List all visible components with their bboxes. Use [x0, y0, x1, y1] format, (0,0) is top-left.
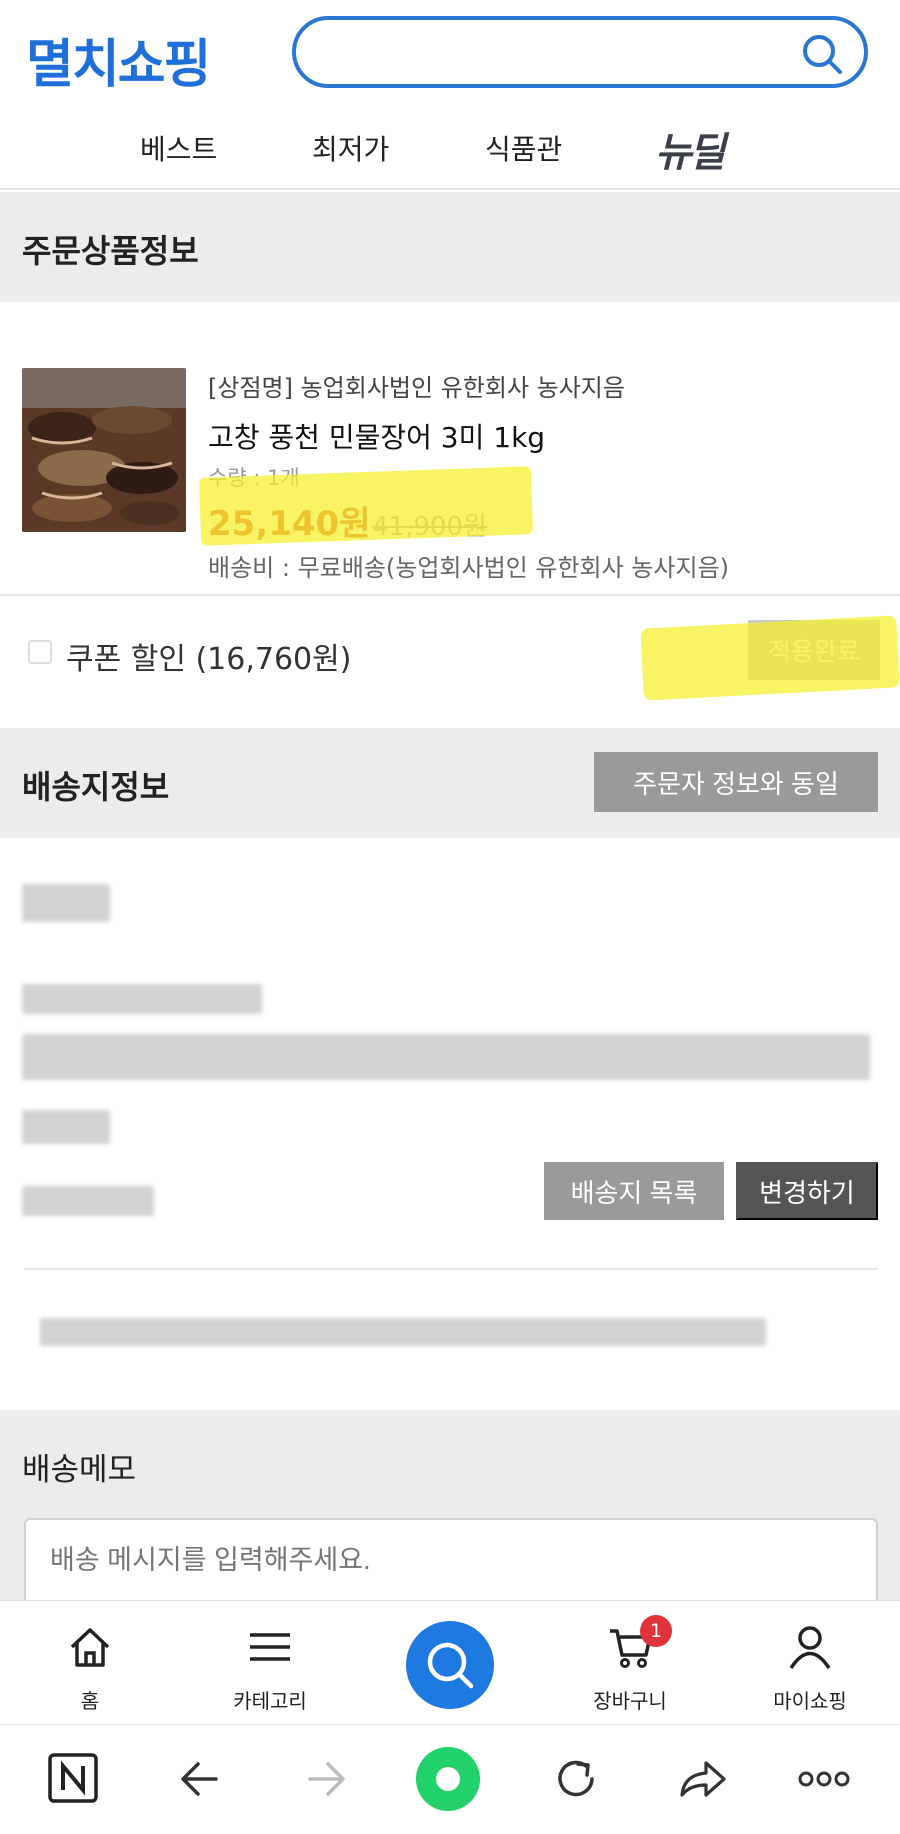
browser-toolbar — [0, 1724, 900, 1834]
address-list-button[interactable]: 배송지 목록 — [544, 1162, 724, 1220]
order-section-title: 주문상품정보 — [22, 232, 199, 270]
change-address-button[interactable]: 변경하기 — [736, 1162, 878, 1220]
search-icon[interactable] — [800, 32, 844, 76]
redacted-address-detail — [22, 1110, 110, 1144]
tab-category-label: 카테고리 — [233, 1689, 307, 1713]
tab-myshopping[interactable]: 마이쇼핑 — [750, 1601, 870, 1725]
main-nav: 베스트 최저가 식품관 뉴딜 — [0, 120, 900, 180]
search-bar[interactable] — [292, 16, 868, 88]
bottom-tab-bar: 홈 카테고리 장바구니 1 마이쇼핑 — [0, 1600, 900, 1724]
refresh-icon[interactable] — [548, 1751, 604, 1807]
coupon-apply-button[interactable]: 적용완료 — [748, 620, 880, 680]
nav-best[interactable]: 베스트 — [140, 128, 217, 168]
more-options-icon[interactable] — [796, 1751, 852, 1807]
coupon-discount-label: 쿠폰 할인 (16,760원) — [66, 642, 352, 677]
product-quantity: 수량 : 1개 — [208, 466, 300, 490]
product-store-name: [상점명] 농업회사법인 유한회사 농사지음 — [208, 374, 625, 402]
product-original-price: 41,900원 — [372, 512, 487, 542]
nav-newdeal[interactable]: 뉴딜 — [655, 120, 726, 178]
coupon-checkbox[interactable] — [28, 640, 52, 664]
top-header: 멸치쇼핑 베스트 최저가 식품관 뉴딜 — [0, 0, 900, 190]
nav-lowest-price[interactable]: 최저가 — [312, 128, 389, 168]
shipping-section-title: 배송지정보 — [22, 768, 170, 806]
nav-food[interactable]: 식품관 — [485, 128, 562, 168]
tab-home-label: 홈 — [80, 1689, 100, 1713]
naver-n-icon[interactable] — [46, 1751, 102, 1807]
same-as-orderer-button[interactable]: 주문자 정보와 동일 — [594, 752, 878, 812]
tab-myshopping-label: 마이쇼핑 — [773, 1689, 847, 1713]
memo-input[interactable] — [48, 1540, 828, 1580]
home-icon — [70, 1628, 110, 1667]
product-thumbnail[interactable] — [22, 368, 186, 532]
product-price: 25,140원 — [208, 504, 371, 544]
redacted-contact — [22, 1186, 154, 1216]
redacted-recipient-name — [22, 884, 110, 922]
memo-section-title: 배송메모 — [22, 1452, 137, 1488]
divider — [24, 1268, 878, 1270]
search-input[interactable] — [326, 32, 766, 72]
menu-icon — [250, 1633, 290, 1661]
redacted-phone — [22, 984, 262, 1014]
tab-search-button[interactable] — [406, 1621, 494, 1709]
tab-category[interactable]: 카테고리 — [210, 1601, 330, 1725]
product-name[interactable]: 고창 풍천 민물장어 3미 1kg — [208, 416, 545, 456]
tab-cart-label: 장바구니 — [593, 1689, 667, 1713]
user-icon — [789, 1626, 831, 1669]
redacted-extra-info — [40, 1318, 766, 1346]
redacted-address — [22, 1034, 870, 1080]
back-arrow-icon[interactable] — [172, 1751, 228, 1807]
forward-arrow-icon[interactable] — [298, 1751, 354, 1807]
divider — [0, 594, 900, 596]
shipping-section-header: 배송지정보 주문자 정보와 동일 — [0, 728, 900, 838]
tab-home[interactable]: 홈 — [30, 1601, 150, 1725]
green-dot-home-icon[interactable] — [412, 1743, 484, 1815]
search-icon — [427, 1642, 474, 1689]
product-shipping-fee: 배송비 : 무료배송(농업회사법인 유한회사 농사지음) — [208, 554, 730, 582]
order-section-header: 주문상품정보 — [0, 192, 900, 302]
cart-count-badge: 1 — [640, 1615, 672, 1647]
tab-cart[interactable]: 장바구니 — [570, 1601, 690, 1725]
site-logo[interactable]: 멸치쇼핑 — [26, 22, 211, 97]
share-icon[interactable] — [674, 1751, 730, 1807]
